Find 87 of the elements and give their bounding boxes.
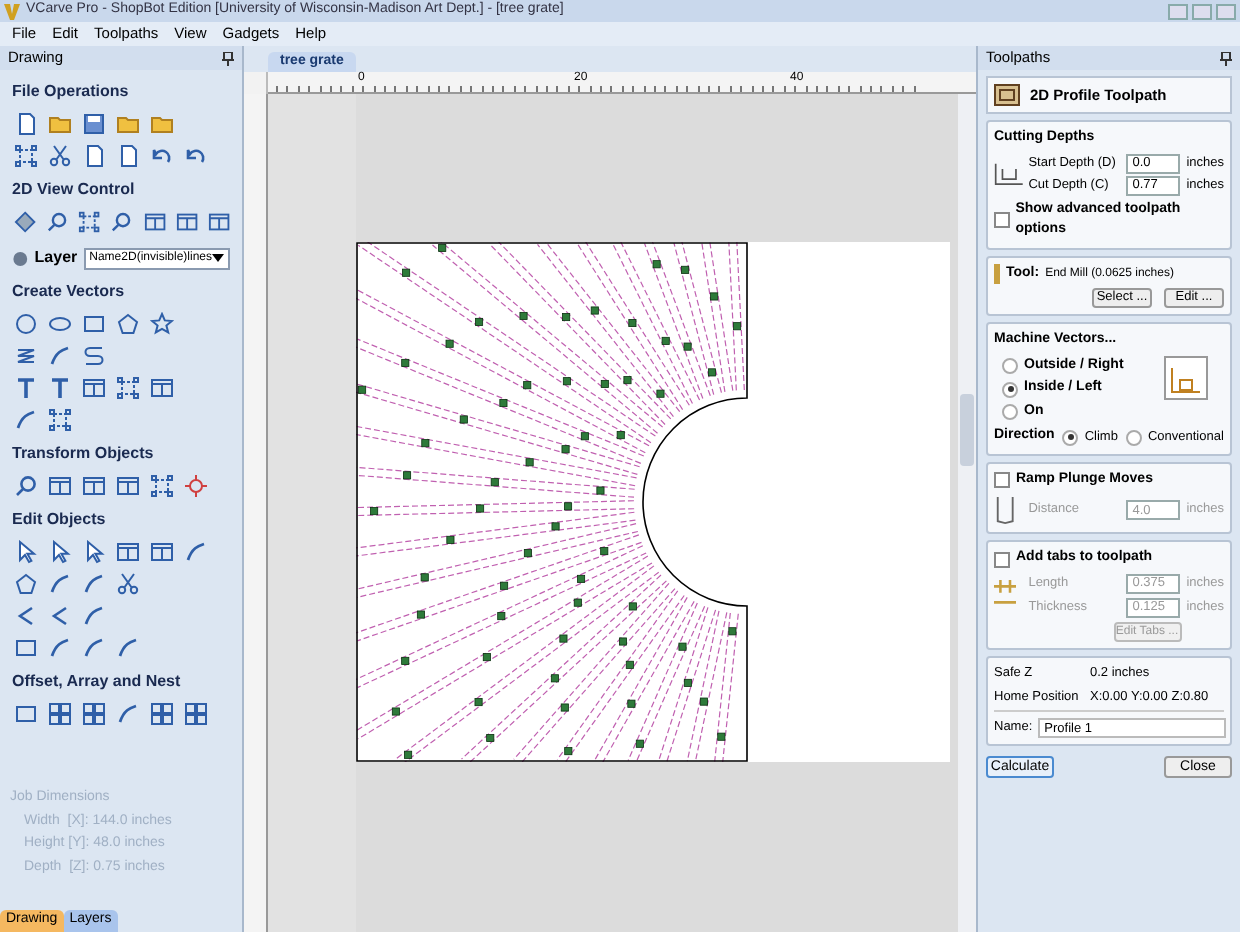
curve-icon[interactable] xyxy=(116,702,140,726)
curve-icon[interactable] xyxy=(48,344,72,368)
cursor-icon[interactable] xyxy=(48,540,72,564)
section-title: 2D View Control xyxy=(12,178,137,202)
curve-icon[interactable] xyxy=(48,636,72,660)
caret-icon xyxy=(212,254,224,262)
target-icon[interactable] xyxy=(184,474,208,498)
section-title: Offset, Array and Nest xyxy=(12,670,183,694)
document-icon[interactable] xyxy=(116,144,140,168)
window-icon[interactable] xyxy=(116,474,140,498)
folder-icon[interactable] xyxy=(116,112,140,136)
folder-icon[interactable] xyxy=(150,112,174,136)
radio-button[interactable] xyxy=(1062,429,1079,445)
magnifier-icon[interactable] xyxy=(14,474,38,498)
curve-icon[interactable] xyxy=(82,572,106,596)
window-icon[interactable] xyxy=(150,376,174,400)
curve-icon[interactable] xyxy=(82,636,106,660)
section-title: Transform Objects xyxy=(12,442,156,466)
document-icon[interactable] xyxy=(14,112,38,136)
zigzag-icon[interactable] xyxy=(14,344,38,368)
section-title: File Operations xyxy=(12,80,131,104)
s-curve-icon[interactable] xyxy=(82,344,106,368)
pin-icon[interactable] xyxy=(1220,51,1232,65)
profile-diagram-icon xyxy=(1164,355,1208,400)
square-icon[interactable] xyxy=(14,636,38,660)
scissors-icon[interactable] xyxy=(116,572,140,596)
layer-label: Layer xyxy=(34,246,78,270)
frame-icon[interactable] xyxy=(14,144,38,168)
curve-icon[interactable] xyxy=(184,540,208,564)
undo-icon[interactable] xyxy=(150,144,174,168)
chevron-icon[interactable] xyxy=(14,604,38,628)
radio-button[interactable] xyxy=(1125,429,1142,445)
layer-icon xyxy=(12,247,29,269)
section-title: Create Vectors xyxy=(12,280,127,304)
undo-icon[interactable] xyxy=(184,144,208,168)
checkbox[interactable] xyxy=(994,551,1010,567)
window-icon[interactable] xyxy=(150,540,174,564)
grid-icon[interactable] xyxy=(150,702,174,726)
window-icon[interactable] xyxy=(82,474,106,498)
toolpath-icon xyxy=(994,84,1020,107)
diamond-icon[interactable] xyxy=(14,210,37,234)
square-icon[interactable] xyxy=(82,312,106,336)
end-mill-icon xyxy=(994,264,1000,284)
window-icon[interactable] xyxy=(48,474,72,498)
window-icon[interactable] xyxy=(82,376,106,400)
magnifier-icon[interactable] xyxy=(46,210,69,234)
scissors-icon[interactable] xyxy=(48,144,72,168)
document-icon[interactable] xyxy=(82,144,106,168)
radio-button[interactable] xyxy=(1002,381,1018,397)
ellipse-icon[interactable] xyxy=(48,312,72,336)
grid-icon[interactable] xyxy=(48,702,72,726)
magnifier-icon[interactable] xyxy=(110,210,134,234)
star-icon[interactable] xyxy=(150,312,174,336)
chevron-icon[interactable] xyxy=(48,604,72,628)
frame-icon[interactable] xyxy=(48,408,72,432)
square-icon[interactable] xyxy=(14,702,38,726)
curve-icon[interactable] xyxy=(14,408,38,432)
frame-icon[interactable] xyxy=(116,376,140,400)
window-icon[interactable] xyxy=(175,210,198,234)
window-icon[interactable] xyxy=(116,540,140,564)
vertical-scrollbar[interactable] xyxy=(958,94,976,932)
frame-icon[interactable] xyxy=(150,474,174,498)
letter-icon[interactable] xyxy=(48,376,72,400)
checkbox[interactable] xyxy=(994,212,1010,229)
v-logo-icon xyxy=(4,3,20,19)
pin-icon[interactable] xyxy=(222,51,234,65)
polygon-icon[interactable] xyxy=(116,312,140,336)
curve-icon[interactable] xyxy=(82,604,106,628)
grid-icon[interactable] xyxy=(82,702,106,726)
circle-icon[interactable] xyxy=(14,312,38,336)
curve-icon[interactable] xyxy=(48,572,72,596)
section-title: Edit Objects xyxy=(12,508,108,532)
cursor-icon[interactable] xyxy=(14,540,38,564)
letter-icon[interactable] xyxy=(14,376,38,400)
frame-icon[interactable] xyxy=(78,210,101,234)
cursor-icon[interactable] xyxy=(82,540,106,564)
polygon-icon[interactable] xyxy=(14,572,38,596)
checkbox[interactable] xyxy=(994,472,1010,488)
window-icon[interactable] xyxy=(143,210,166,234)
window-icon[interactable] xyxy=(207,210,230,234)
radio-button[interactable] xyxy=(1002,404,1018,420)
curve-icon[interactable] xyxy=(116,636,140,660)
radio-button[interactable] xyxy=(1002,358,1018,374)
ramp-diagram-icon xyxy=(994,494,1017,527)
folder-icon[interactable] xyxy=(48,112,72,136)
grid-icon[interactable] xyxy=(184,702,208,726)
depth-diagram-icon xyxy=(994,158,1025,191)
